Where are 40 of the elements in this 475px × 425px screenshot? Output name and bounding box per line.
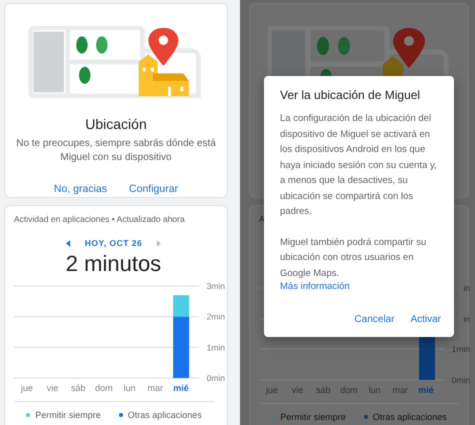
card-header: Actividad en aplicaciones • Actualizado ahora [14,214,185,224]
day-label: mié [417,385,435,395]
day-label: mié [172,383,190,393]
total-time: 2 minutos [66,251,162,277]
previous-day-icon[interactable] [66,240,71,246]
dialog-title: Ver la ubicación de Miguel [280,88,422,102]
axis-label: 0min [452,375,470,383]
axis-label: in [463,283,470,293]
dialog-text: La configuración de la ubicación del dispositivo de Miguel se activará en los dispositivos Android en los que haya iniciado sesión con su cuenta y, a menos que la desactives, su ubicación se compartirá con los padres. [280,112,438,219]
card-description: No te preocupes, siempre sabrás dónde está Miguel con su dispositivo [15,137,217,165]
axis-label: 3min [206,281,225,291]
legend-label: Permitir siempre [280,412,346,422]
day-label: jue [20,383,34,393]
day-label: mar [392,385,410,395]
dialog-text: Miguel también podrá compartir su ubicación con otros usuarios en Google Maps. [280,236,428,280]
day-label: lun [368,385,382,395]
axis-label: in [463,314,470,324]
day-label: vie [290,385,304,395]
legend-label: Otras aplicaciones [372,412,447,422]
dialog-button[interactable]: Cancelar [354,312,394,327]
axis-label: 2min [206,312,225,322]
date-label: HOY, OCT 26 [84,238,142,248]
axis-label: 0min [206,373,225,381]
axis-label: 1min [452,344,470,354]
text-button[interactable]: No, gracias [54,181,108,197]
day-label: dom [94,383,114,393]
day-label: vie [46,383,60,393]
day-label: jue [264,385,279,395]
legend-label: Otras aplicaciones [128,410,202,420]
axis-label: 1min [206,342,225,352]
more-info-link[interactable]: Más información [280,281,441,292]
card-title: Ubicación [85,116,147,132]
day-label: sáb [70,383,86,393]
day-label: dom [339,385,359,395]
legend-label: Permitir siempre [35,410,101,420]
dialog-button[interactable]: Activar [410,312,441,327]
day-label: sáb [314,385,332,395]
text-button[interactable]: Configurar [129,181,178,197]
day-label: lun [122,383,137,393]
day-label: mar [146,383,164,393]
